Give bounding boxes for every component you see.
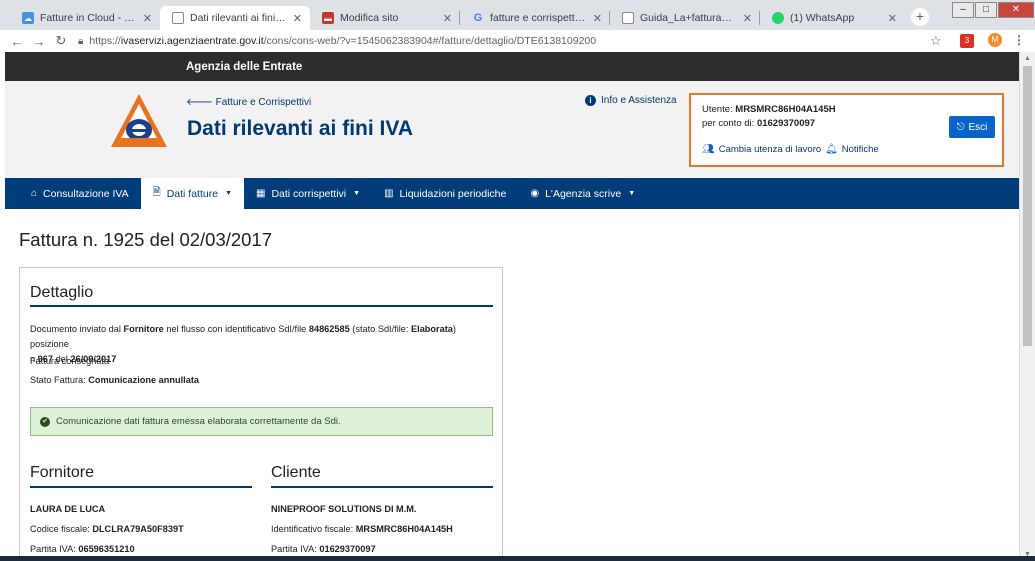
main-nav: ⌂ Consultazione IVA 🗎︎ Dati fatture ▼ ▦ Dati… [5, 178, 1019, 209]
calculator-icon: ▦ [256, 188, 266, 199]
nav-dati-fatture[interactable]: 🗎︎ Dati fatture ▼ [140, 178, 244, 209]
lock-icon: 🔒︎ [78, 35, 84, 47]
caret-down-icon: ▼ [628, 190, 636, 197]
back-link-fatture-corrispettivi[interactable]: 🡐︎ Fatture e Corrispettivi [186, 96, 311, 108]
supplier-tax-code: Codice fiscale: DLCLRA79A50F839T [30, 524, 184, 534]
invoice-state: Stato Fattura: Comunicazione annullata [30, 375, 199, 385]
cloud-icon: ☁ [22, 12, 34, 24]
supplier-title: Fornitore [30, 464, 95, 481]
invoice-heading: Fattura n. 1925 del 02/03/2017 [19, 229, 273, 250]
os-taskbar [0, 556, 1035, 561]
extension-icon[interactable]: 3 [960, 34, 974, 48]
message-icon: ◉ [530, 188, 540, 199]
new-tab-button[interactable]: + [911, 8, 929, 26]
tab-google-search[interactable]: G fatture e corrispettivi vedere fat ✕ [460, 6, 610, 30]
close-icon[interactable]: ✕ [743, 12, 752, 25]
agency-name: Agenzia delle Entrate [186, 60, 303, 73]
close-icon[interactable]: ✕ [443, 12, 452, 25]
check-circle-icon: ✔ [40, 416, 50, 427]
customer-title: Cliente [271, 464, 321, 481]
reload-icon[interactable]: ↻ [50, 33, 72, 49]
bell-icon: 🔔︎ [825, 144, 838, 155]
web-page: Agenzia delle Entrate 🡐︎ Fatture e Corri… [5, 52, 1019, 561]
tab-dati-rilevanti[interactable]: Dati rilevanti ai fini IVA ✕ [160, 6, 310, 30]
back-icon[interactable]: ← [6, 34, 28, 49]
close-icon[interactable]: ✕ [888, 12, 897, 25]
caret-down-icon: ▼ [225, 190, 232, 197]
delivered-text: Fattura consegnata [30, 356, 110, 366]
customer-tax-id: Identificativo fiscale: MRSMRC86H04A145H [271, 524, 453, 534]
change-user-link[interactable]: 👥︎ Cambia utenza di lavoro [702, 144, 821, 155]
invoice-card: Dettaglio Documento inviato dal Fornitor… [19, 267, 503, 561]
scroll-up-icon[interactable]: ▲ [1024, 55, 1031, 62]
close-window-button[interactable]: ✕ [998, 2, 1034, 18]
scrollbar-thumb[interactable] [1023, 66, 1032, 346]
close-icon[interactable]: ✕ [593, 12, 602, 25]
nav-consultazione-iva[interactable]: ⌂ Consultazione IVA [5, 178, 141, 209]
home-icon: ⌂ [31, 188, 38, 199]
supplier-rule [30, 486, 252, 488]
logout-icon: ⎋ [956, 121, 965, 133]
supplier-vat: Partita IVA: 06596351210 [30, 544, 135, 554]
customer-name: NINEPROOF SOLUTIONS DI M.M. [271, 504, 417, 514]
agenzia-logo-icon [111, 94, 167, 147]
maximize-button[interactable]: □ [975, 2, 997, 18]
agency-bar: Agenzia delle Entrate [5, 52, 1019, 81]
profile-avatar[interactable]: M [988, 33, 1002, 47]
vertical-scrollbar[interactable]: ▲ ▼ [1019, 52, 1035, 561]
caret-down-icon: ▼ [353, 190, 361, 197]
success-alert: ✔ Comunicazione dati fattura emessa elab… [30, 407, 493, 436]
detail-rule [30, 305, 493, 307]
supplier-name: LAURA DE LUCA [30, 504, 106, 514]
info-icon: i [585, 95, 596, 106]
customer-rule [271, 486, 493, 488]
customer-vat: Partita IVA: 01629370097 [271, 544, 376, 554]
info-link[interactable]: i Info e Assistenza [585, 95, 677, 106]
bookmark-star-icon[interactable]: ☆ [930, 33, 942, 49]
document-icon: 🗎︎ [152, 187, 161, 198]
address-bar[interactable]: 🔒︎ https:// ivaservizi.agenziaentrate.go… [78, 32, 958, 50]
nav-liquidazioni-periodiche[interactable]: ▥ Liquidazioni periodiche [372, 178, 518, 209]
menu-icon[interactable]: ⋮ [1013, 33, 1025, 47]
site-icon: ▬ [322, 12, 334, 24]
arrow-left-icon: 🡐︎ [186, 97, 213, 108]
forward-icon[interactable]: → [28, 34, 50, 49]
tab-guida[interactable]: Guida_La+fattura_elettroniva_e ✕ [610, 6, 760, 30]
nav-dati-corrispettivi[interactable]: ▦ Dati corrispettivi ▼ [244, 178, 372, 209]
users-icon: 👥︎ [702, 144, 715, 155]
google-icon: G [473, 12, 483, 24]
tab-strip: ☁ Fatture in Cloud - Fatturazione ✕ Dati… [0, 0, 1035, 30]
page-title: Dati rilevanti ai fini IVA [187, 117, 413, 140]
notifications-link[interactable]: 🔔︎ Notifiche [825, 144, 879, 155]
minimize-button[interactable]: – [952, 2, 974, 18]
whatsapp-icon [772, 12, 784, 24]
tab-modifica-sito[interactable]: ▬ Modifica sito ✕ [310, 6, 460, 30]
detail-title: Dettaglio [30, 284, 94, 301]
user-box: Utente: MRSMRC86H04A145H per conto di: 0… [689, 93, 1004, 167]
account-line: per conto di: 01629370097 [702, 118, 816, 129]
logout-button[interactable]: ⎋ Esci [949, 116, 995, 138]
tab-whatsapp[interactable]: (1) WhatsApp ✕ [760, 6, 905, 30]
browser-chrome: ☁ Fatture in Cloud - Fatturazione ✕ Dati… [0, 0, 1035, 52]
page-icon [622, 12, 634, 24]
close-icon[interactable]: ✕ [293, 12, 302, 25]
close-icon[interactable]: ✕ [143, 12, 152, 25]
tab-fatture-in-cloud[interactable]: ☁ Fatture in Cloud - Fatturazione ✕ [10, 6, 160, 30]
site-header: 🡐︎ Fatture e Corrispettivi Dati rilevant… [5, 81, 1019, 178]
chart-icon: ▥ [384, 188, 394, 199]
user-line: Utente: MRSMRC86H04A145H [702, 104, 836, 115]
address-row: ← → ↻ 🔒︎ https:// ivaservizi.agenziaentr… [0, 30, 1035, 52]
nav-agenzia-scrive[interactable]: ◉ L'Agenzia scrive ▼ [518, 178, 647, 209]
page-icon [172, 12, 184, 24]
